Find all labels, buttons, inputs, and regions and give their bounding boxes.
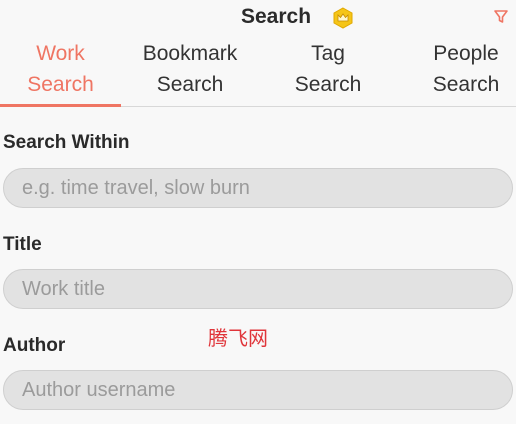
active-tab-indicator	[0, 104, 121, 107]
tab-label-line2: Search	[27, 73, 94, 96]
tab-label-line2: Search	[294, 73, 362, 96]
tab-label-line1: Tag	[311, 42, 345, 65]
tab-label-line2: Search	[156, 73, 224, 96]
search-within-input[interactable]	[3, 168, 513, 208]
header-bar: Search	[0, 0, 516, 36]
search-screen: Search Work Search Bookmark Search Tag S…	[0, 0, 516, 424]
search-tabs: Work Search Bookmark Search Tag Search P…	[0, 38, 516, 107]
title-label: Title	[3, 234, 42, 255]
watermark-text: 腾飞网	[208, 326, 268, 350]
author-input[interactable]	[3, 370, 513, 410]
tab-work-search[interactable]: Work Search	[0, 38, 121, 107]
filter-icon[interactable]	[493, 9, 509, 25]
page-title: Search	[241, 5, 312, 28]
tab-bookmark-search[interactable]: Bookmark Search	[121, 38, 259, 106]
tab-label-line1: Bookmark	[142, 42, 238, 65]
tab-label-line2: Search	[432, 73, 500, 96]
title-input[interactable]	[3, 269, 513, 309]
crown-badge-icon[interactable]	[332, 7, 354, 29]
search-within-label: Search Within	[3, 132, 130, 153]
tab-label-line1: People	[433, 42, 499, 65]
tab-people-search[interactable]: People Search	[397, 38, 516, 106]
tab-tag-search[interactable]: Tag Search	[259, 38, 397, 106]
tab-label-line1: Work	[36, 42, 85, 65]
author-label: Author	[3, 335, 66, 356]
